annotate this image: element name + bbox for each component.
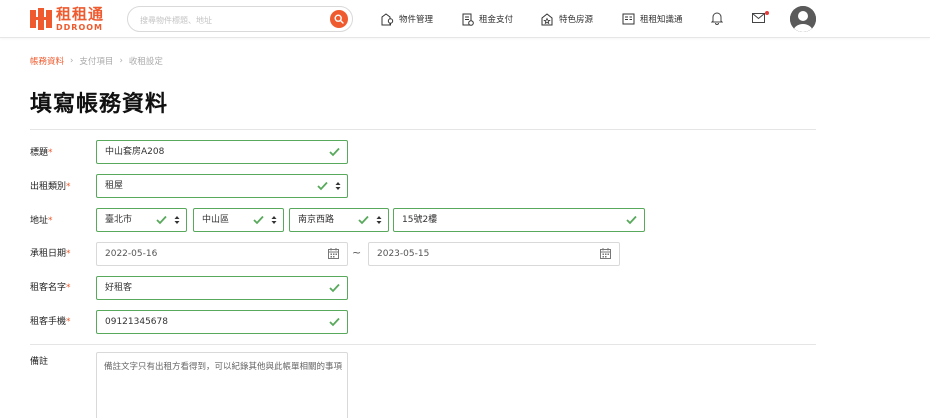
select-arrows-icon — [271, 216, 277, 224]
messages-button[interactable] — [752, 12, 765, 26]
top-navbar: 租租通 DDROOM 物件管理 — [0, 0, 930, 38]
title-value: 中山套房A208 — [105, 147, 165, 157]
breadcrumb: 帳務資料 › 支付項目 › 收租設定 — [30, 55, 163, 67]
title-label: 標題* — [30, 148, 53, 158]
section-divider — [30, 344, 816, 345]
start-date-value: 2022-05-16 — [105, 249, 158, 259]
tenant-name-label: 租客名字* — [30, 283, 71, 293]
check-icon — [329, 317, 340, 327]
nav-item-featured-listings[interactable]: 特色房源 — [541, 0, 593, 38]
check-icon — [317, 181, 328, 191]
district-select[interactable]: 中山區 — [193, 208, 284, 232]
nav-item-property[interactable]: 物件管理 — [381, 0, 433, 38]
end-date-input[interactable]: 2023-05-15 — [368, 242, 620, 266]
notification-button[interactable] — [710, 11, 724, 28]
nav-item-label: 租金支付 — [479, 15, 514, 25]
ddroom-logo-icon — [30, 8, 52, 30]
nav-item-label: 租租知識通 — [640, 15, 683, 25]
nav-item-label: 物件管理 — [399, 15, 434, 25]
road-value: 南京西路 — [298, 215, 335, 225]
check-icon — [329, 147, 340, 157]
address-detail-input[interactable]: 15號2樓 — [393, 208, 645, 232]
title-input[interactable]: 中山套房A208 — [96, 140, 348, 164]
rent-type-select[interactable]: 租屋 — [96, 174, 348, 198]
building-key-icon — [381, 13, 394, 26]
bell-icon — [710, 12, 724, 25]
mail-icon — [752, 13, 765, 23]
breadcrumb-item-payment-items[interactable]: 支付項目 — [79, 55, 113, 67]
date-range-separator: ~ — [352, 246, 362, 259]
tenant-phone-label: 租客手機* — [30, 317, 71, 327]
breadcrumb-item-billing[interactable]: 帳務資料 — [30, 55, 64, 67]
check-icon — [626, 215, 637, 225]
nav-item-label: 特色房源 — [559, 15, 594, 25]
district-value: 中山區 — [202, 215, 230, 225]
rent-period-label: 承租日期* — [30, 249, 71, 259]
search-icon — [334, 14, 344, 24]
chevron-right-icon: › — [70, 56, 74, 66]
check-icon — [253, 215, 264, 225]
brand-subname: DDROOM — [56, 22, 104, 32]
search-box — [127, 6, 353, 32]
rent-type-value: 租屋 — [105, 181, 124, 191]
tenant-phone-value: 09121345678 — [105, 317, 168, 327]
note-label: 備註 — [30, 357, 49, 367]
chevron-right-icon: › — [119, 56, 123, 66]
document-pay-icon — [462, 13, 474, 26]
select-arrows-icon — [174, 216, 180, 224]
check-icon — [156, 215, 167, 225]
calendar-icon — [600, 248, 611, 259]
search-button[interactable] — [330, 10, 348, 28]
tenant-phone-input[interactable]: 09121345678 — [96, 310, 348, 334]
title-divider — [30, 129, 816, 130]
rent-type-label: 出租類別* — [30, 182, 71, 192]
user-avatar-icon — [790, 6, 816, 32]
address-label: 地址* — [30, 216, 53, 226]
calendar-icon — [328, 248, 339, 259]
check-icon — [358, 215, 369, 225]
nav-item-knowledge[interactable]: 租租知識通 — [622, 0, 683, 38]
knowledge-book-icon — [622, 13, 635, 25]
road-select[interactable]: 南京西路 — [289, 208, 389, 232]
avatar[interactable] — [790, 6, 816, 32]
start-date-input[interactable]: 2022-05-16 — [96, 242, 348, 266]
nav-item-rent-payment[interactable]: 租金支付 — [462, 0, 513, 38]
search-input[interactable] — [140, 12, 320, 28]
select-arrows-icon — [335, 182, 341, 190]
address-detail-value: 15號2樓 — [402, 215, 438, 225]
note-textarea[interactable]: 備註文字只有出租方看得到，可以紀錄其他與此帳單相關的事項 — [96, 352, 348, 418]
page-title: 填寫帳務資料 — [30, 92, 169, 117]
brand-name: 租租通 — [56, 4, 105, 23]
house-star-icon — [541, 13, 553, 26]
city-value: 臺北市 — [105, 215, 133, 225]
note-placeholder: 備註文字只有出租方看得到，可以紀錄其他與此帳單相關的事項 — [104, 362, 343, 372]
end-date-value: 2023-05-15 — [377, 249, 430, 259]
select-arrows-icon — [376, 216, 382, 224]
tenant-name-input[interactable]: 好租客 — [96, 276, 348, 300]
breadcrumb-item-rent-settings[interactable]: 收租設定 — [129, 55, 163, 67]
city-select[interactable]: 臺北市 — [96, 208, 187, 232]
tenant-name-value: 好租客 — [105, 283, 133, 293]
unread-dot — [765, 11, 769, 15]
ddroom-logo[interactable]: 租租通 DDROOM — [30, 6, 104, 32]
check-icon — [329, 283, 340, 293]
